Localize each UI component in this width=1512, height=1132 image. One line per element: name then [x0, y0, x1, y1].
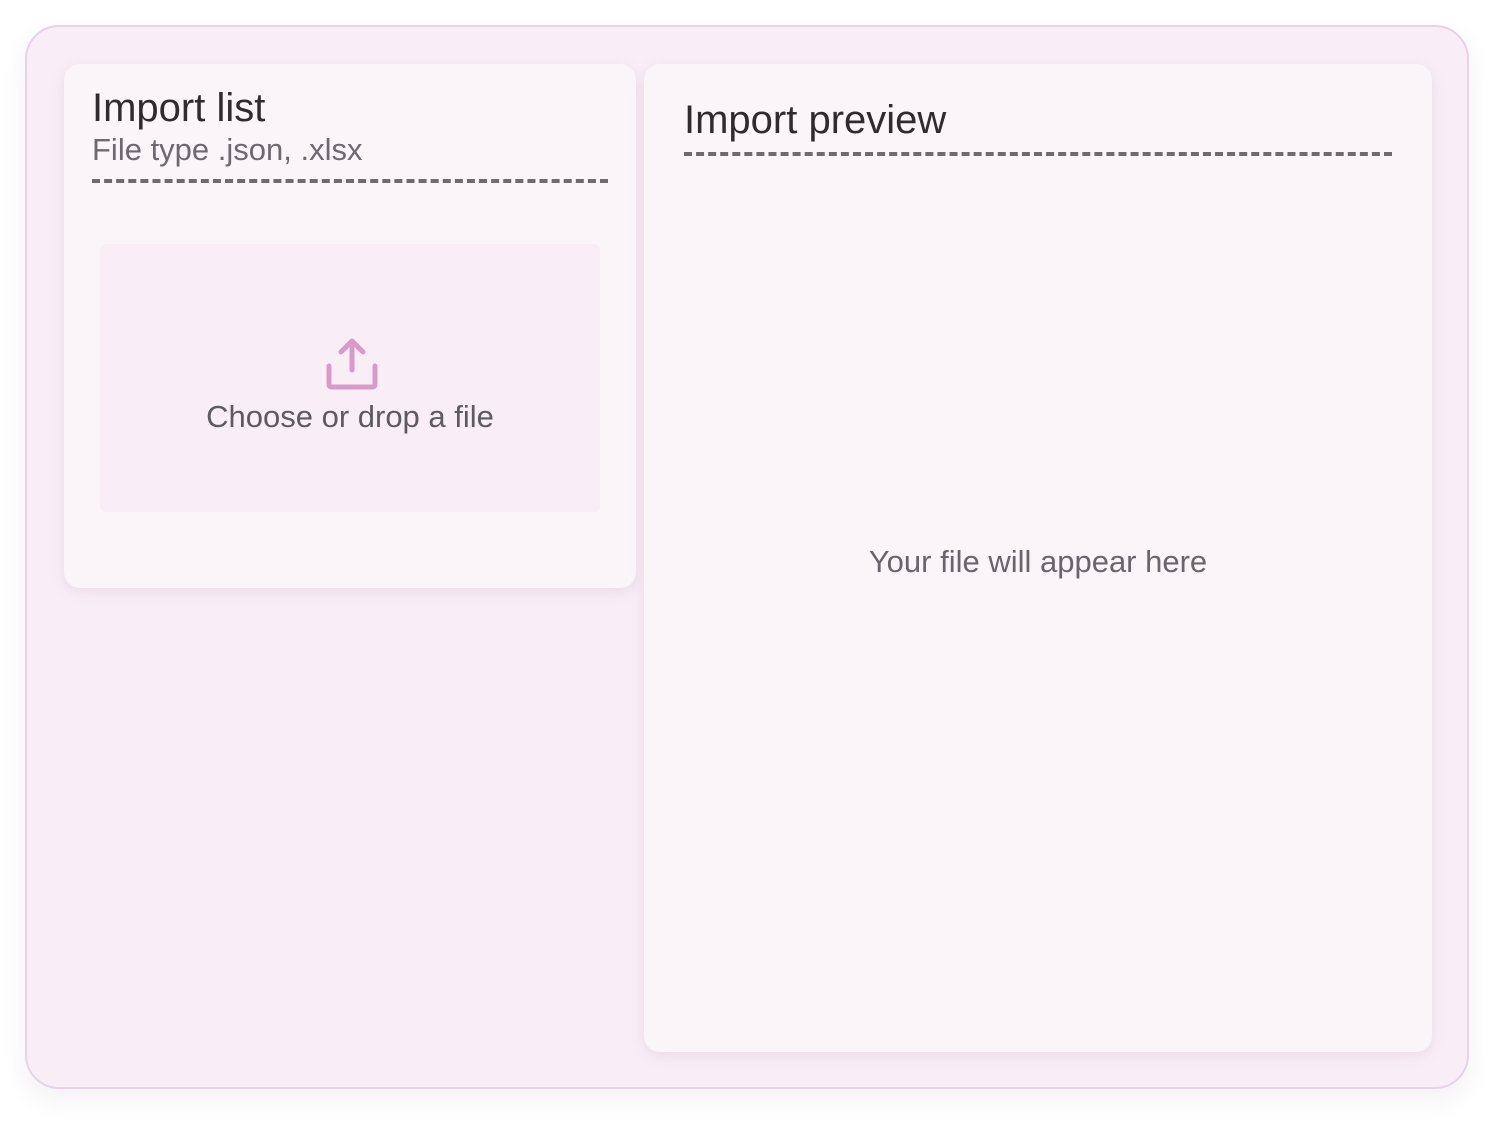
import-preview-title: Import preview — [684, 98, 947, 142]
file-dropzone[interactable]: Choose or drop a file — [100, 244, 600, 512]
divider — [684, 152, 1392, 156]
file-type-hint: File type .json, .xlsx — [92, 132, 363, 167]
dropzone-label[interactable]: Choose or drop a file — [100, 401, 600, 432]
import-list-title: Import list — [92, 86, 266, 130]
import-list-panel: Import list File type .json, .xlsx Choos… — [64, 64, 636, 588]
upload-icon — [326, 338, 378, 390]
preview-empty-state: Your file will appear here — [868, 544, 1208, 579]
import-preview-panel: Import preview Your file will appear her… — [644, 64, 1432, 1052]
divider — [92, 179, 608, 183]
